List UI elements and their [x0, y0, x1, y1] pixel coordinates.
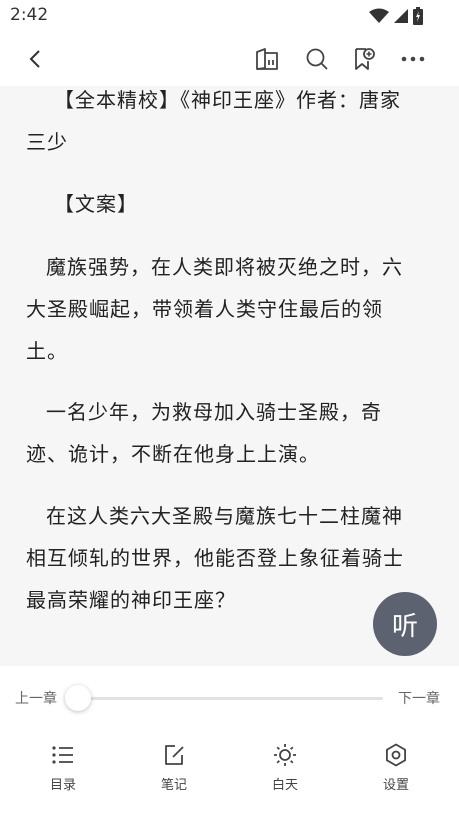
search-icon [306, 48, 328, 70]
paragraph-synopsis-2: 一名少年，为救母加入骑士圣殿，奇迹、诡计，不断在他身上上演。 [26, 400, 382, 466]
nav-notes-label: 笔记 [160, 778, 187, 793]
paragraph-book-title: 【全本精校】《神印王座》作者：唐家三少 [26, 88, 401, 154]
nav-notes[interactable]: 笔记 [144, 742, 204, 794]
bookmark-icon [355, 48, 375, 70]
add-bookmark-button[interactable] [349, 44, 379, 74]
note-icon [165, 745, 184, 765]
paragraph-synopsis-heading: 【文案】 [54, 192, 138, 216]
chapter-progress-track[interactable] [78, 697, 383, 700]
listen-label: 听 [391, 611, 418, 642]
nav-settings[interactable]: 设置 [366, 742, 426, 794]
paragraph-synopsis-1: 魔族强势，在人类即将被灭绝之时，六大圣殿崛起，带领着人类守住最后的领土。 [26, 255, 403, 363]
bottom-panel: 上一章 下一章 目录 笔记 白天 设置 [0, 666, 459, 816]
catalog-icon [52, 746, 73, 764]
nav-catalog-label: 目录 [49, 778, 76, 793]
system-icons [369, 7, 423, 25]
nav-catalog[interactable]: 目录 [33, 742, 93, 794]
listen-button[interactable]: 听 [373, 592, 437, 656]
prev-chapter-button[interactable]: 上一章 [15, 688, 57, 708]
nav-day-mode-label: 白天 [271, 778, 298, 793]
settings-icon [386, 743, 406, 767]
reader-toolbar [0, 32, 459, 86]
back-icon [29, 50, 40, 68]
reading-content[interactable]: 【全本精校】《神印王座》作者：唐家三少 【文案】 魔族强势，在人类即将被灭绝之时… [0, 86, 459, 666]
paragraph-synopsis-3: 在这人类六大圣殿与魔族七十二柱魔神相互倾轧的世界，他能否登上象征着骑士最高荣耀的… [26, 504, 404, 612]
book-detail-icon [256, 48, 278, 70]
chapter-progress-thumb[interactable] [65, 685, 91, 711]
signal-icon [394, 9, 408, 23]
nav-settings-label: 设置 [382, 778, 409, 793]
battery-icon [413, 7, 423, 25]
wifi-icon [369, 8, 389, 23]
search-button[interactable] [302, 44, 332, 74]
more-button[interactable] [398, 44, 428, 74]
more-icon [401, 56, 425, 62]
next-chapter-button[interactable]: 下一章 [398, 688, 440, 708]
status-time: 2:42 [10, 5, 49, 25]
sun-icon [274, 744, 296, 766]
status-bar: 2:42 [0, 0, 459, 32]
nav-day-mode[interactable]: 白天 [255, 742, 315, 794]
book-detail-button[interactable] [252, 44, 282, 74]
back-button[interactable] [20, 44, 50, 74]
